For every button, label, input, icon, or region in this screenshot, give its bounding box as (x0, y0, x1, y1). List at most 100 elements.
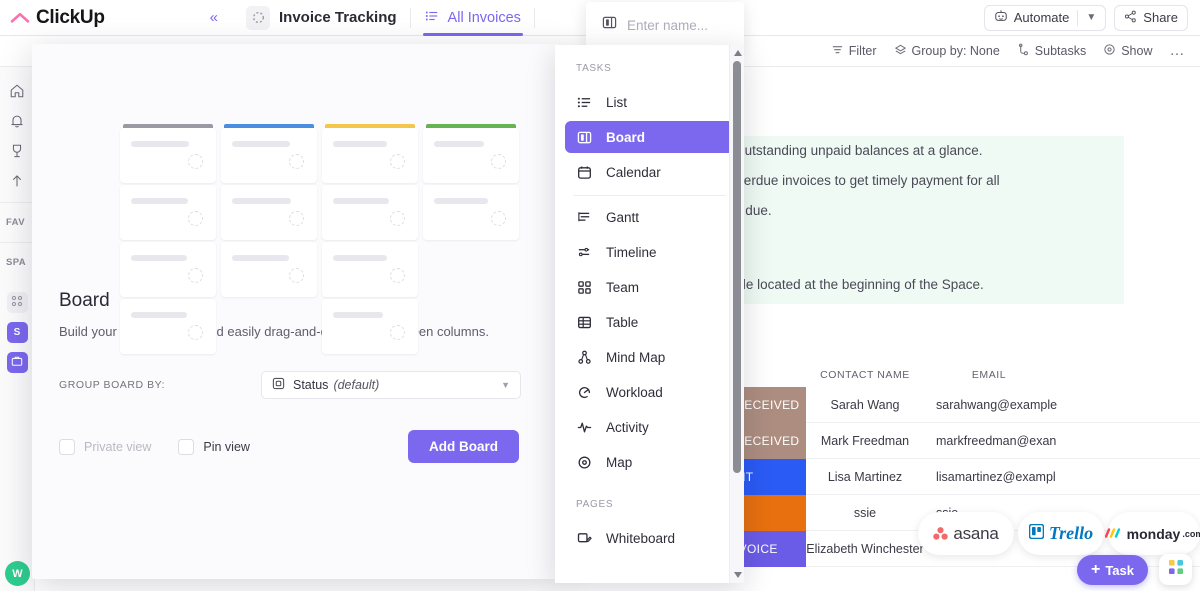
contact-name-cell[interactable]: Elizabeth Winchester (806, 542, 924, 556)
tab-invoice-tracking[interactable]: Invoice Tracking (232, 0, 411, 36)
email-cell[interactable]: sarahwang@example (924, 398, 1200, 412)
board-preview-card-title-placeholder (131, 141, 189, 147)
more-options-button[interactable]: … (1170, 43, 1187, 58)
robot-icon (994, 9, 1008, 26)
view-name-bar (586, 2, 744, 48)
tab-label: Invoice Tracking (279, 9, 397, 26)
view-option-table[interactable]: Table (565, 306, 734, 338)
board-preview-avatar-placeholder (289, 211, 304, 226)
chevron-down-icon[interactable]: ▼ (501, 380, 510, 390)
group-by-button[interactable]: Group by: None (894, 43, 1000, 59)
sidebar-space-s[interactable]: S (6, 322, 28, 343)
group-board-by-value-suffix: (default) (333, 378, 380, 392)
share-button[interactable]: Share (1114, 4, 1188, 31)
contact-name-cell[interactable]: Lisa Martinez (806, 470, 924, 484)
email-cell[interactable]: lisamartinez@exampl (924, 470, 1200, 484)
chevron-down-icon[interactable]: ▼ (1086, 12, 1096, 23)
automate-button[interactable]: Automate ▼ (983, 4, 1107, 31)
eye-icon (1103, 43, 1116, 59)
board-preview-card (120, 128, 216, 183)
activity-pulse-icon (576, 420, 592, 435)
sidebar-spaces-section[interactable]: SPA (0, 242, 34, 270)
view-name-input[interactable] (627, 17, 737, 33)
board-preview-card-title-placeholder (131, 312, 187, 318)
tab-all-invoices[interactable]: All Invoices (411, 0, 535, 36)
view-option-whiteboard[interactable]: Whiteboard (565, 522, 734, 554)
goals-trophy-icon[interactable] (8, 142, 26, 160)
contact-name-cell[interactable]: Mark Freedman (806, 434, 924, 448)
upward-arrow-icon[interactable] (8, 172, 26, 190)
bell-icon[interactable] (8, 112, 26, 130)
board-preview-avatar-placeholder (289, 268, 304, 283)
asana-wordmark: asana (953, 523, 999, 543)
board-view-icon (602, 15, 617, 35)
dropdown-section-label: PAGES (576, 499, 614, 510)
sidebar-favorites-section[interactable]: FAV (0, 202, 34, 230)
add-board-label: Add Board (429, 439, 498, 454)
scrollbar-thumb[interactable] (733, 61, 741, 473)
private-view-label: Private view (84, 439, 152, 454)
show-button[interactable]: Show (1103, 43, 1153, 59)
sidebar-favorites-label: FAV (6, 217, 25, 228)
plus-icon: + (1090, 561, 1101, 578)
subtasks-label: Subtasks (1034, 44, 1087, 58)
private-view-checkbox[interactable] (59, 438, 75, 455)
group-board-by-row: GROUP BOARD BY: Status (default) ▼ (32, 339, 560, 399)
board-preview-card (322, 299, 418, 354)
board-preview-card (221, 242, 317, 297)
show-label: Show (1121, 44, 1153, 58)
board-preview-avatar-placeholder (491, 211, 506, 226)
group-board-by-select[interactable]: Status (default) ▼ (261, 371, 521, 399)
gantt-icon (576, 210, 592, 225)
status-square-icon (272, 377, 285, 393)
scroll-down-arrow-icon[interactable] (733, 572, 742, 578)
view-option-list[interactable]: List (565, 86, 734, 118)
filter-button[interactable]: Filter (831, 43, 877, 59)
contact-name-cell[interactable]: Sarah Wang (806, 398, 924, 412)
board-preview-avatar-placeholder (188, 268, 203, 283)
dropdown-scrollbar[interactable] (729, 45, 744, 583)
add-board-button[interactable]: Add Board (408, 430, 519, 463)
scroll-up-arrow-icon[interactable] (733, 50, 742, 56)
view-option-timeline[interactable]: Timeline (565, 236, 734, 268)
view-option-gantt[interactable]: Gantt (565, 201, 734, 233)
sidebar-dashboards-button[interactable] (6, 292, 28, 313)
board-preview-card-title-placeholder (232, 255, 289, 261)
left-sidebar: FAV SPA S W (0, 36, 35, 591)
view-option-calendar[interactable]: Calendar (565, 156, 734, 188)
pin-view-checkbox[interactable] (178, 438, 195, 455)
table-icon (576, 315, 592, 330)
monday-suffix: .com (1182, 528, 1200, 539)
view-option-map[interactable]: Map (565, 446, 734, 478)
view-option-label: Table (606, 314, 639, 330)
view-option-activity[interactable]: Activity (565, 411, 734, 443)
board-preview-avatar-placeholder (188, 154, 203, 169)
apps-grid-fab[interactable] (1159, 554, 1192, 585)
timeline-icon (576, 245, 592, 260)
sidebar-space-briefcase[interactable] (6, 352, 28, 373)
board-preview-card-title-placeholder (333, 312, 383, 318)
add-task-fab[interactable]: + Task (1076, 555, 1148, 585)
chevrons-left-icon[interactable]: « (210, 9, 232, 26)
view-option-label: Mind Map (606, 349, 666, 365)
sidebar-spaces-label: SPA (6, 257, 27, 268)
subtasks-button[interactable]: Subtasks (1017, 43, 1086, 59)
view-option-mind-map[interactable]: Mind Map (565, 341, 734, 373)
user-avatar[interactable]: W (5, 561, 30, 586)
dropdown-divider (573, 195, 726, 196)
view-option-workload[interactable]: Workload (565, 376, 734, 408)
filter-icon (831, 43, 844, 59)
share-nodes-icon (1124, 10, 1137, 26)
board-preview-illustration (32, 44, 560, 354)
view-option-team[interactable]: Team (565, 271, 734, 303)
view-tabs: Invoice Tracking All Invoices (232, 0, 535, 36)
email-cell[interactable]: markfreedman@exan (924, 434, 1200, 448)
brand[interactable]: ClickUp « (0, 7, 232, 29)
view-option-board[interactable]: Board (565, 121, 734, 153)
home-icon[interactable] (8, 82, 26, 100)
trello-wordmark: Trello (1048, 523, 1094, 543)
board-preview-column (423, 124, 519, 242)
contact-name-cell[interactable]: ssie (806, 506, 924, 520)
board-preview-avatar-placeholder (390, 325, 405, 340)
board-preview-avatar-placeholder (188, 211, 203, 226)
